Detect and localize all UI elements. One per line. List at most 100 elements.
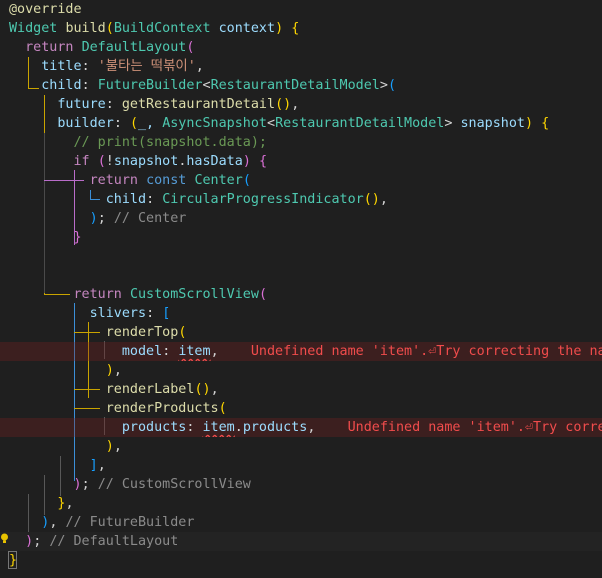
- code-token: ,: [49, 515, 66, 530]
- code-line[interactable]: return const Center(: [0, 171, 602, 190]
- code-line[interactable]: ); // DefaultLayout: [0, 532, 602, 551]
- code-token: ): [9, 439, 114, 454]
- code-line[interactable]: ),: [0, 437, 602, 456]
- code-line[interactable]: // print(snapshot.data);: [0, 133, 602, 152]
- code-token: Center: [194, 173, 243, 188]
- code-token: ): [371, 192, 380, 207]
- code-token: // CustomScrollView: [97, 477, 251, 492]
- code-token: renderLabel: [9, 382, 195, 397]
- code-token: (: [186, 40, 195, 55]
- code-line[interactable]: renderLabel(),: [0, 380, 602, 399]
- code-token: build: [65, 21, 106, 36]
- code-token: renderProducts: [9, 401, 219, 416]
- code-token: _,: [138, 116, 163, 131]
- code-token: ): [9, 534, 34, 549]
- code-token: FutureBuilder: [97, 78, 203, 93]
- code-line[interactable]: model: item, Undefined name 'item'.⏎Try …: [0, 342, 602, 361]
- code-token: ): [283, 97, 292, 112]
- code-token: // FutureBuilder: [65, 515, 195, 530]
- error-message: Undefined name 'item'.⏎Try correcti: [315, 420, 602, 435]
- code-line[interactable]: child: FutureBuilder<RestaurantDetailMod…: [0, 76, 602, 95]
- code-line[interactable]: slivers: [: [0, 304, 602, 323]
- code-token: ,: [113, 439, 122, 454]
- code-line[interactable]: ); // Center: [0, 209, 602, 228]
- code-token: item: [178, 344, 211, 359]
- code-token: <: [202, 78, 211, 93]
- code-token: (: [97, 154, 106, 169]
- code-token: (: [275, 97, 284, 112]
- code-line[interactable]: ); // CustomScrollView: [0, 475, 602, 494]
- code-token: slivers: [9, 306, 147, 321]
- code-token: ): [202, 382, 211, 397]
- code-line[interactable]: ],: [0, 456, 602, 475]
- code-token: ,: [113, 363, 122, 378]
- code-token: .: [234, 420, 243, 435]
- code-line[interactable]: title: '불타는 떡볶이',: [0, 57, 602, 76]
- code-token: (: [129, 116, 138, 131]
- code-token: RestaurantDetailModel: [210, 78, 380, 93]
- code-line[interactable]: [0, 247, 602, 266]
- code-token: @override: [9, 2, 82, 17]
- code-token: '불타는 떡볶이': [97, 59, 196, 74]
- code-token: :: [81, 59, 98, 74]
- code-line[interactable]: ),: [0, 361, 602, 380]
- code-token: {: [258, 154, 267, 169]
- code-token: (: [363, 192, 372, 207]
- code-token: // print(snapshot.data);: [9, 135, 267, 150]
- code-line[interactable]: renderProducts(: [0, 399, 602, 418]
- code-line[interactable]: if (!snapshot.hasData) {: [0, 152, 602, 171]
- code-line[interactable]: future: getRestaurantDetail(),: [0, 95, 602, 114]
- code-line[interactable]: return CustomScrollView(: [0, 285, 602, 304]
- code-token: title: [9, 59, 82, 74]
- code-line[interactable]: renderTop(: [0, 323, 602, 342]
- code-token: ,: [210, 382, 219, 397]
- code-token: :: [146, 192, 163, 207]
- code-token: BuildContext: [113, 21, 219, 36]
- code-token: ,: [195, 59, 204, 74]
- code-editor[interactable]: @override Widget build(BuildContext conte…: [0, 0, 602, 578]
- code-token: child: [9, 78, 82, 93]
- code-line[interactable]: products: item.products, Undefined name …: [0, 418, 602, 437]
- code-line[interactable]: @override: [0, 0, 602, 19]
- code-token: (: [194, 382, 203, 397]
- code-token: builder: [9, 116, 114, 131]
- code-token: :: [105, 97, 122, 112]
- code-token: >: [444, 116, 461, 131]
- code-token: ): [9, 363, 114, 378]
- code-token: ;: [81, 477, 98, 492]
- code-line[interactable]: }: [0, 551, 602, 570]
- lightbulb-icon[interactable]: [0, 533, 9, 544]
- code-line[interactable]: ), // FutureBuilder: [0, 513, 602, 532]
- code-token: :: [162, 344, 179, 359]
- code-line[interactable]: builder: (_, AsyncSnapshot<RestaurantDet…: [0, 114, 602, 133]
- code-line[interactable]: Widget build(BuildContext context) {: [0, 19, 602, 38]
- code-token: ): [9, 211, 98, 226]
- code-line[interactable]: },: [0, 494, 602, 513]
- code-token: // DefaultLayout: [49, 534, 179, 549]
- code-token: ): [242, 154, 259, 169]
- code-token: products: [9, 420, 187, 435]
- code-token: (: [387, 78, 396, 93]
- code-token: [: [162, 306, 171, 321]
- code-token: products: [242, 420, 308, 435]
- code-line[interactable]: [0, 266, 602, 285]
- code-token: {: [541, 116, 550, 131]
- code-line[interactable]: return DefaultLayout(: [0, 38, 602, 57]
- code-token: ,: [379, 192, 388, 207]
- code-token: ]: [9, 458, 98, 473]
- code-token: :: [146, 306, 163, 321]
- code-token: snapshot: [460, 116, 526, 131]
- error-message: Undefined name 'item'.⏎Try correcting th…: [218, 344, 602, 359]
- code-token: return: [9, 40, 82, 55]
- code-token: renderTop: [9, 325, 179, 340]
- code-token: }: [9, 230, 82, 245]
- code-token: :: [113, 116, 130, 131]
- code-token: ,: [291, 97, 300, 112]
- code-line[interactable]: }: [0, 228, 602, 247]
- code-token: item: [202, 420, 235, 435]
- code-token: ;: [97, 211, 114, 226]
- code-line[interactable]: child: CircularProgressIndicator(),: [0, 190, 602, 209]
- code-token: ): [9, 477, 82, 492]
- code-token: model: [9, 344, 163, 359]
- code-token: ): [9, 515, 50, 530]
